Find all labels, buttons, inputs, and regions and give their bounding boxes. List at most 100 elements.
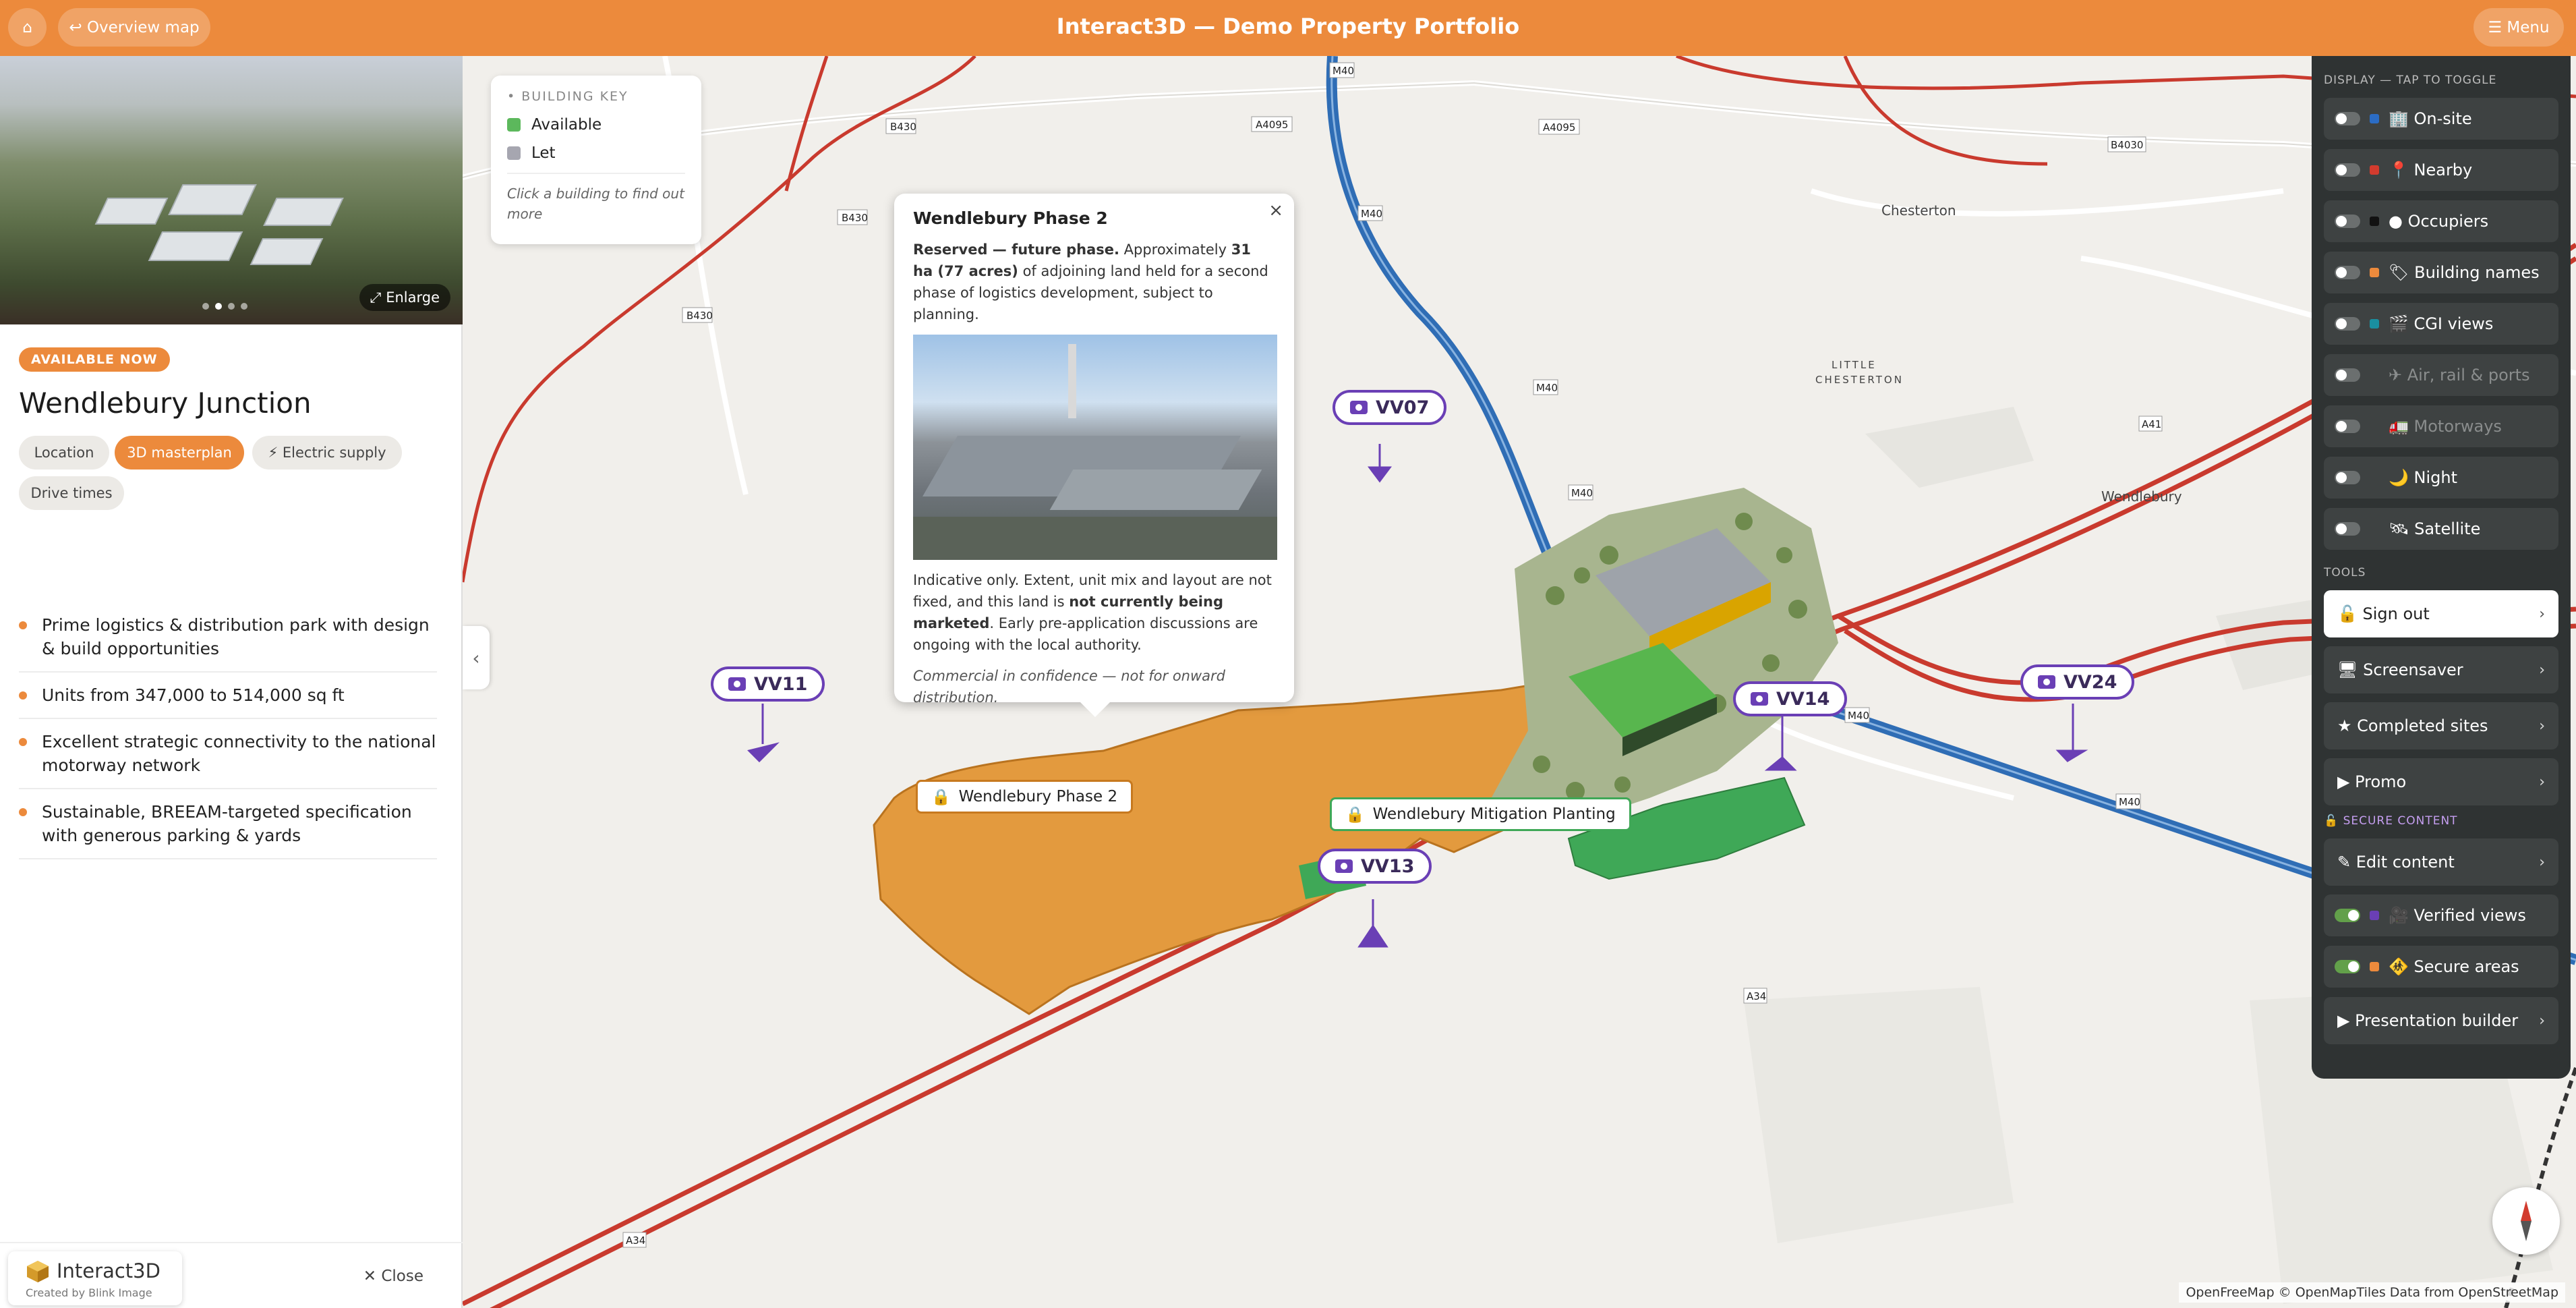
- display-toggle[interactable]: 🚛 Motorways: [2324, 405, 2558, 447]
- map-attribution[interactable]: OpenFreeMap © OpenMapTiles Data from Ope…: [2179, 1282, 2565, 1303]
- display-toggle[interactable]: 🏢 On-site: [2324, 98, 2558, 140]
- popup-lead: Reserved — future phase. Approximately 3…: [913, 241, 1268, 322]
- info-popup: × Wendlebury Phase 2 Reserved — future p…: [894, 194, 1294, 717]
- list-item: Units from 347,000 to 514,000 sq ft: [19, 673, 437, 719]
- close-button[interactable]: ✕ Close: [363, 1268, 423, 1285]
- compass-button[interactable]: [2492, 1187, 2560, 1255]
- app-title: Interact3D — Demo Property Portfolio: [1056, 13, 1520, 39]
- road-shield: M40: [1533, 379, 1558, 395]
- presentation-builder-button[interactable]: ▶ Presentation builder ›: [2324, 997, 2558, 1044]
- road-shield: A34: [1743, 988, 1767, 1004]
- hero-building: [263, 198, 344, 226]
- camera-icon: [1335, 859, 1353, 873]
- camera-icon: [1751, 692, 1768, 706]
- toggle-switch[interactable]: [2335, 960, 2360, 973]
- road-shield: A4095: [1538, 119, 1580, 135]
- secure-toggle[interactable]: 🚸 Secure areas: [2324, 946, 2558, 988]
- carousel-dots[interactable]: [202, 303, 247, 310]
- tools-list: 🔓 Sign out › 🖥 Screensaver › ★ Completed sit…: [2324, 590, 2558, 805]
- tab-drive-times[interactable]: Drive times: [19, 476, 124, 510]
- toggle-switch[interactable]: [2335, 266, 2360, 279]
- secure-toggle[interactable]: 🎥 Verified views: [2324, 894, 2558, 936]
- display-toggle[interactable]: 🛰 Satellite: [2324, 508, 2558, 550]
- road-shield: M40: [1329, 62, 1355, 78]
- tool-button[interactable]: 🖥 Screensaver ›: [2324, 646, 2558, 693]
- toggle-switch[interactable]: [2335, 471, 2360, 484]
- toggle-switch[interactable]: [2335, 420, 2360, 433]
- chevron-right-icon: ›: [2539, 717, 2545, 735]
- status-badge: AVAILABLE NOW: [19, 347, 170, 372]
- toggle-switch[interactable]: [2335, 368, 2360, 382]
- road-shield: B430: [682, 307, 713, 323]
- tool-button[interactable]: ★ Completed sites ›: [2324, 702, 2558, 749]
- feature-list: Prime logistics & distribution park with…: [19, 602, 437, 859]
- display-toggle[interactable]: 🏷 Building names: [2324, 252, 2558, 293]
- road-shield: A41: [2138, 416, 2163, 432]
- viewpoint-marker-vv24[interactable]: VV24: [2020, 664, 2135, 700]
- camera-icon: [728, 677, 746, 691]
- svg-text:A4095: A4095: [1256, 119, 1288, 131]
- toggle-switch[interactable]: [2335, 909, 2360, 922]
- control-panel: DISPLAY — TAP TO TOGGLE 🏢 On-site 📍 Nearb…: [2312, 56, 2571, 1079]
- hero-building: [168, 184, 257, 215]
- close-icon[interactable]: ×: [1268, 200, 1283, 221]
- enlarge-button[interactable]: ⤢ Enlarge: [359, 284, 450, 311]
- popup-photo: [913, 335, 1277, 560]
- list-item: Excellent strategic connectivity to the …: [19, 719, 437, 789]
- viewpoint-marker-vv14[interactable]: VV14: [1733, 681, 1848, 716]
- road-shield: M40: [1357, 205, 1383, 221]
- road-shield: A4095: [1251, 116, 1293, 132]
- lock-icon: 🔒: [931, 788, 951, 806]
- toggle-switch[interactable]: [2335, 112, 2360, 125]
- tab-electric-supply[interactable]: ⚡ Electric supply: [252, 436, 402, 470]
- road-shield: A34: [622, 1232, 647, 1248]
- place-label: CHESTERTON: [1815, 374, 1904, 386]
- swatch: [507, 118, 521, 132]
- viewpoint-marker-vv13[interactable]: VV13: [1318, 849, 1432, 884]
- svg-text:B430: B430: [842, 212, 868, 224]
- phase2-label[interactable]: 🔒 Wendlebury Phase 2: [916, 780, 1134, 814]
- popup-note: Commercial in confidence — not for onwar…: [913, 668, 1225, 706]
- toggle-switch[interactable]: [2335, 522, 2360, 536]
- display-toggle[interactable]: 📍 Nearby: [2324, 149, 2558, 191]
- svg-text:B430: B430: [890, 121, 916, 133]
- tab-3d-masterplan[interactable]: 3D masterplan: [115, 436, 244, 470]
- toggle-switch[interactable]: [2335, 317, 2360, 331]
- color-swatch: [2370, 319, 2379, 329]
- viewpoint-marker-vv07[interactable]: VV07: [1333, 390, 1447, 425]
- svg-text:M40: M40: [1333, 65, 1354, 77]
- road-shield: B430: [885, 118, 916, 134]
- collapse-panel-button[interactable]: ‹: [463, 626, 490, 689]
- chevron-left-icon: ‹: [472, 646, 480, 669]
- tab-location[interactable]: Location: [19, 436, 109, 470]
- mitigation-planting-label[interactable]: 🔒 Wendlebury Mitigation Planting: [1330, 797, 1631, 831]
- color-swatch: [2370, 268, 2379, 277]
- svg-text:B430: B430: [686, 310, 713, 322]
- tool-button[interactable]: ▶ Promo ›: [2324, 758, 2558, 805]
- building-key-title[interactable]: • BUILDING KEY: [507, 89, 685, 104]
- brand-logo[interactable]: Interact3D Created by Blink Image: [8, 1251, 182, 1305]
- svg-text:A34: A34: [1747, 990, 1766, 1002]
- display-toggle[interactable]: ● Occupiers: [2324, 200, 2558, 242]
- color-swatch: [2370, 165, 2379, 175]
- camera-icon: [1350, 401, 1368, 414]
- display-toggle[interactable]: 🌙 Night: [2324, 457, 2558, 499]
- top-bar: ⌂ ↩ Overview map Interact3D — Demo Prope…: [0, 0, 2576, 56]
- compass-icon: [2521, 1201, 2531, 1241]
- color-swatch: [2370, 911, 2379, 920]
- display-toggle[interactable]: ✈ Air, rail & ports: [2324, 354, 2558, 396]
- color-swatch: [2370, 370, 2379, 380]
- display-heading: DISPLAY — TAP TO TOGGLE: [2324, 74, 2497, 87]
- color-swatch: [2370, 114, 2379, 123]
- chevron-right-icon: ›: [2539, 773, 2545, 791]
- display-toggle[interactable]: 🎬 CGI views: [2324, 303, 2558, 345]
- edit-content-button[interactable]: ✎ Edit content ›: [2324, 838, 2558, 886]
- toggle-switch[interactable]: [2335, 215, 2360, 228]
- toggle-switch[interactable]: [2335, 163, 2360, 177]
- hero-building: [94, 198, 169, 225]
- hero-image[interactable]: ⤢ Enlarge: [0, 56, 463, 324]
- key-item-let: Let: [507, 144, 685, 162]
- menu-button[interactable]: ☰ Menu: [2473, 8, 2564, 47]
- tool-button[interactable]: 🔓 Sign out ›: [2324, 590, 2558, 637]
- viewpoint-marker-vv11[interactable]: VV11: [711, 666, 825, 702]
